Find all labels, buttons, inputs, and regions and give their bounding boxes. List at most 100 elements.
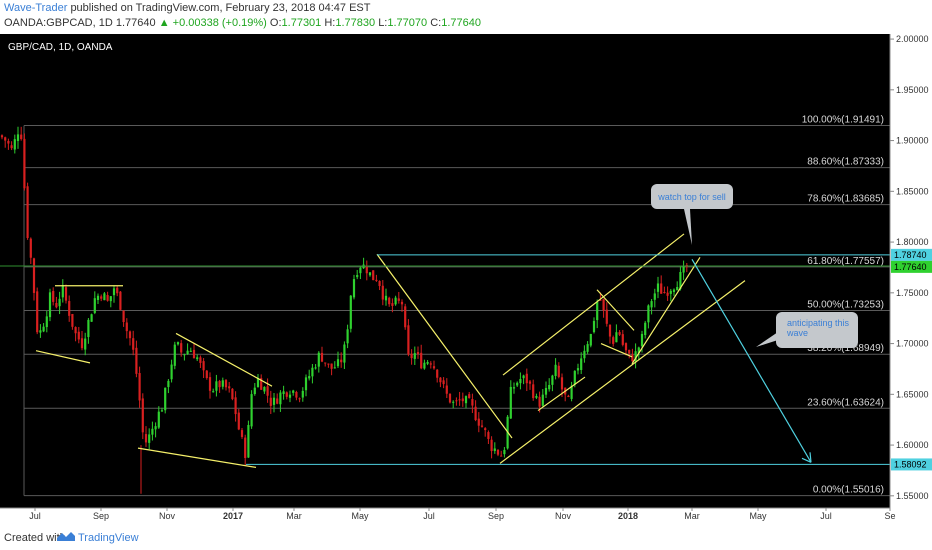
candle-body — [314, 367, 317, 369]
candle-body — [196, 357, 199, 360]
candle-body — [621, 334, 624, 345]
candle-body — [160, 410, 164, 412]
x-tick-label: 2018 — [618, 511, 638, 521]
candle-body — [4, 137, 7, 141]
fib-level-label: 50.00%(1.73253) — [807, 300, 884, 311]
candle-body — [208, 377, 212, 391]
candle-body — [384, 295, 388, 301]
candle-body — [496, 449, 500, 455]
candle-body — [106, 295, 109, 301]
candle-body — [528, 381, 532, 384]
x-tick-label: May — [749, 511, 767, 521]
candle-body — [426, 362, 429, 364]
tradingview-brand[interactable]: TradingView — [78, 532, 139, 544]
candle-body — [320, 352, 324, 362]
candle-body — [349, 295, 352, 329]
candle-body — [292, 390, 295, 393]
candle-body — [16, 134, 20, 141]
candle-body — [32, 258, 36, 293]
candle-body — [224, 380, 228, 388]
candle-body — [631, 354, 634, 362]
candle-body — [144, 434, 148, 443]
candle-body — [180, 343, 183, 353]
candle-body — [548, 384, 551, 390]
candle-body — [442, 380, 445, 385]
candle-body — [39, 330, 42, 333]
candle-body — [93, 298, 96, 313]
candle-body — [394, 297, 397, 305]
candle-body — [557, 365, 560, 377]
candle-body — [189, 350, 192, 352]
candle-body — [173, 344, 176, 366]
candle-body — [516, 382, 519, 386]
candle-body — [576, 368, 580, 371]
candle-body — [352, 279, 356, 298]
candle-body — [77, 331, 80, 340]
y-tick-label: 1.60000 — [896, 440, 929, 450]
candle-body — [365, 266, 368, 274]
candle-body — [80, 338, 84, 349]
price-badge-label: 1.77640 — [894, 262, 927, 272]
price-chart[interactable]: 100.00%(1.91491) 88.60%(1.87333) 78.60%(1.… — [0, 0, 932, 550]
candle-body — [231, 388, 234, 400]
candle-body — [480, 425, 484, 427]
candle-body — [439, 377, 442, 383]
candle-body — [448, 393, 452, 403]
candle-body — [68, 301, 71, 316]
x-tick-label: May — [351, 511, 369, 521]
x-tick-label: 2017 — [223, 511, 243, 521]
candle-body — [141, 398, 144, 433]
candle-body — [596, 301, 599, 321]
candle-body — [170, 364, 173, 380]
y-tick-label: 1.75000 — [896, 288, 929, 298]
candle-body — [0, 135, 4, 138]
candle-body — [650, 301, 653, 308]
candle-body — [672, 289, 676, 292]
candle-body — [301, 390, 304, 398]
candle-body — [381, 285, 384, 300]
candle-body — [400, 301, 404, 305]
candle-body — [503, 449, 506, 455]
candle-body — [298, 398, 301, 400]
x-tick-label: Jul — [820, 511, 832, 521]
candle-body — [586, 344, 589, 352]
y-tick-label: 1.65000 — [896, 389, 929, 399]
candle-body — [356, 274, 359, 278]
candle-body — [413, 353, 416, 359]
candle-body — [464, 396, 468, 404]
candle-body — [580, 358, 583, 370]
x-tick-label: Mar — [684, 511, 700, 521]
candle-body — [493, 448, 496, 451]
candle-body — [663, 291, 666, 293]
candle-body — [458, 399, 461, 401]
y-tick-label: 1.95000 — [896, 85, 929, 95]
candle-body — [676, 286, 679, 291]
candle-body — [103, 293, 106, 301]
y-tick-label: 1.70000 — [896, 339, 929, 349]
candle-body — [138, 373, 141, 401]
candle-body — [327, 363, 330, 365]
candle-body — [247, 425, 250, 458]
candle-body — [592, 320, 596, 333]
candle-body — [589, 333, 592, 346]
plot-area[interactable] — [0, 34, 890, 508]
candle-body — [218, 380, 221, 388]
candle-body — [212, 391, 215, 393]
tradingview-logo-icon[interactable] — [56, 529, 76, 543]
candle-body — [333, 367, 336, 369]
candle-body — [135, 347, 138, 374]
candle-body — [202, 361, 205, 371]
candle-body — [55, 302, 58, 308]
candle-body — [317, 352, 320, 367]
price-badge-label: 1.58092 — [894, 459, 927, 469]
candle-body — [461, 398, 464, 402]
candle-body — [522, 375, 525, 379]
candle-body — [624, 343, 628, 351]
candle-body — [279, 392, 282, 405]
candle-body — [343, 344, 346, 363]
candle-body — [112, 288, 116, 296]
candle-body — [666, 292, 669, 296]
candle-body — [154, 426, 157, 430]
x-tick-label: Sep — [93, 511, 109, 521]
candle-body — [199, 357, 202, 363]
